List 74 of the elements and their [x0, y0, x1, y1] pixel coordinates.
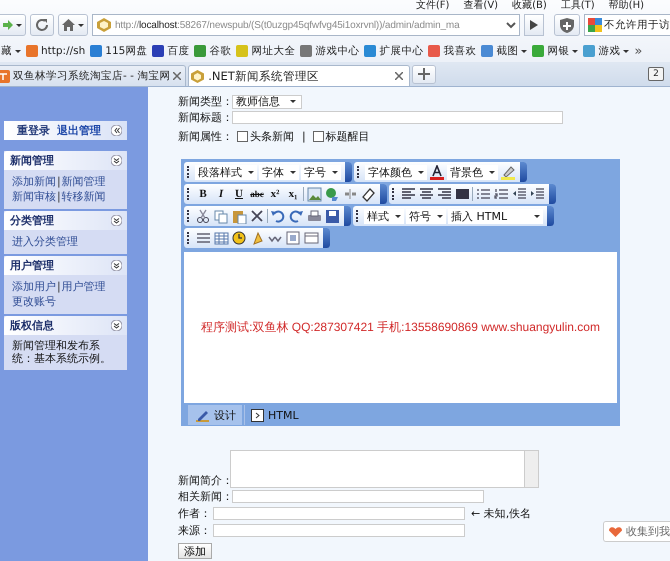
bookmark-button[interactable]: 扩展中心 — [379, 44, 424, 58]
more-button[interactable]: » — [634, 44, 642, 58]
sidebar-link[interactable]: 退出管理 — [57, 123, 101, 138]
format-button[interactable]: abc — [249, 186, 265, 202]
toolbar-dropdown[interactable]: 样式 — [364, 208, 404, 224]
bookmark-button[interactable]: 百度 — [167, 44, 190, 58]
sidebar-link[interactable]: 更改账号 — [12, 294, 56, 309]
separator: | — [57, 279, 61, 294]
toolbar-dropdown[interactable]: 插入 HTML — [448, 208, 543, 224]
mode-tab[interactable]: 设计 — [188, 405, 242, 425]
format-button[interactable]: x₁ — [285, 186, 301, 202]
info-text: 新闻管理和发布系统：基本系统示例。 — [12, 339, 112, 365]
format-button[interactable]: I — [213, 186, 229, 202]
menu-item[interactable]: 查看(V) — [463, 2, 498, 10]
browser-tab[interactable]: 双鱼林学习系统淘宝店- - 淘宝网 — [0, 65, 186, 86]
bookmark-button[interactable]: 115网盘 — [105, 44, 148, 58]
sidebar-link[interactable]: 新闻审核 — [12, 189, 56, 204]
mode-tab[interactable]: HTML — [244, 405, 305, 425]
bookmark-button[interactable]: 截图 — [496, 44, 528, 58]
section-title: 新闻管理 — [10, 153, 54, 168]
menu-item[interactable]: 工具(T) — [560, 2, 595, 10]
separator: | — [302, 130, 306, 143]
section-title: 版权信息 — [10, 318, 54, 333]
author-hint: ← 未知,佚名 — [471, 506, 532, 521]
address-field[interactable]: http://localhost:58267/newspub/(S(t0uzgp45qfwfvg45i1oxrvnl))/admin/admin_ma — [92, 14, 520, 36]
field-label: 新闻属性： — [178, 129, 233, 144]
bookmark-button[interactable]: 游戏中心 — [315, 44, 360, 58]
type-select[interactable]: 教师信息 — [232, 94, 302, 108]
menu-item[interactable]: 收藏(B) — [512, 2, 547, 10]
tab-title: 双鱼林学习系统淘宝店- - 淘宝网 — [13, 69, 170, 83]
toolbar-dropdown[interactable]: 字体颜色 — [365, 164, 427, 180]
checkbox-label[interactable]: 标题醒目 — [326, 129, 370, 144]
separator: | — [57, 174, 61, 189]
editor-area[interactable]: 程序测试:双鱼林 QQ:287307421 手机:13558690869 www.shuangyulin.com — [184, 252, 617, 403]
section-title: 用户管理 — [10, 258, 54, 273]
toolbar-dropdown[interactable]: 字号 — [301, 164, 341, 180]
sidebar-link[interactable]: 添加新闻 — [12, 174, 56, 189]
bookmark-button[interactable]: 网址大全 — [251, 44, 296, 58]
collect-button[interactable]: 收集到我 — [603, 521, 670, 542]
bookmark-button[interactable]: 网银 — [547, 44, 578, 58]
toolbar-dropdown[interactable]: 背景色 — [447, 164, 498, 180]
menu-item[interactable]: 帮助(H) — [608, 2, 644, 10]
format-button[interactable]: B — [195, 186, 211, 202]
separator: | — [57, 189, 61, 204]
field-label: 新闻简介： — [178, 473, 230, 488]
bookmark-button[interactable]: 游戏 — [598, 44, 630, 58]
submit-button[interactable]: 添加 — [178, 543, 212, 559]
sidebar-link[interactable]: 用户管理 — [62, 279, 106, 294]
field-label: 新闻类型： — [178, 94, 230, 109]
field-label: 来源： — [178, 523, 211, 538]
section-title: 分类管理 — [10, 213, 54, 228]
search-field[interactable]: 不允许用于访 — [584, 14, 670, 36]
editor-content: 程序测试:双鱼林 QQ:287307421 手机:13558690869 www.shuangyulin.com — [201, 319, 600, 336]
toolbar-dropdown[interactable]: 字体 — [259, 164, 299, 180]
bookmark-button[interactable]: 我喜欢 — [443, 44, 476, 58]
field-label: 新闻标题： — [178, 110, 230, 125]
sidebar-link[interactable]: 新闻管理 — [62, 174, 106, 189]
toolbar-dropdown[interactable]: 符号 — [406, 208, 446, 224]
checkbox-label[interactable]: 头条新闻 — [250, 129, 294, 144]
bookmark-button[interactable]: 谷歌 — [209, 44, 232, 58]
tab-title: .NET新闻系统管理区 — [208, 68, 319, 84]
bookmark-button[interactable]: 藏 — [1, 44, 21, 58]
format-button[interactable]: U — [231, 186, 247, 202]
sidebar-link[interactable]: 转移新闻 — [62, 189, 106, 204]
format-button[interactable]: x² — [267, 186, 283, 202]
sidebar-link[interactable]: 添加用户 — [12, 279, 56, 294]
browser-tab[interactable]: .NET新闻系统管理区 — [188, 65, 410, 86]
bookmark-button[interactable]: http://sh — [41, 45, 86, 57]
field-label: 作者： — [178, 506, 211, 521]
sidebar-link[interactable]: 进入分类管理 — [12, 234, 78, 249]
field-label: 相关新闻： — [178, 489, 230, 504]
toolbar-dropdown[interactable]: 段落样式 — [195, 164, 257, 180]
sidebar-link[interactable]: 重登录 — [17, 123, 50, 138]
tab-count[interactable]: 2 — [648, 67, 664, 81]
